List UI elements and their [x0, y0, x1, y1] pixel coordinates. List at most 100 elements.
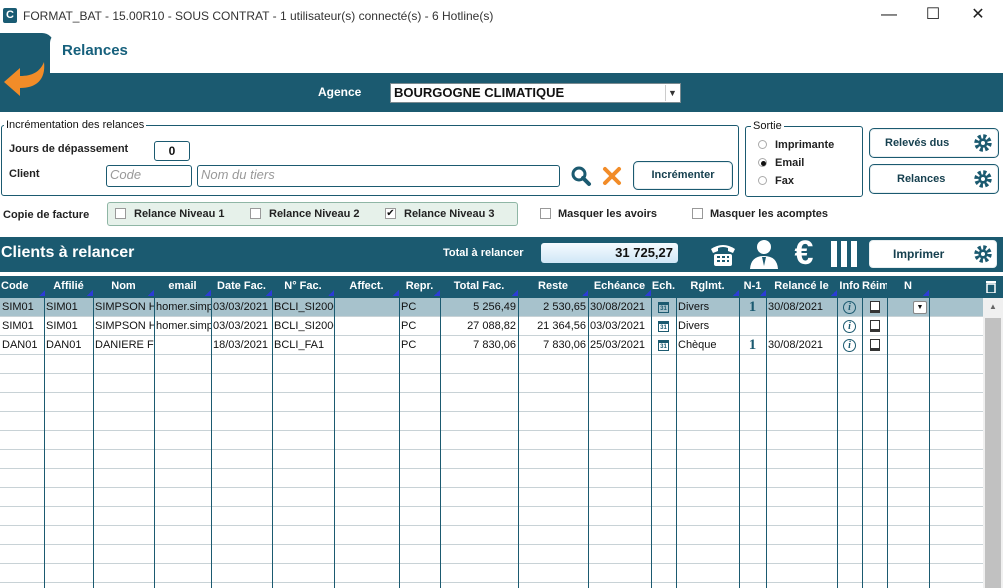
radio-fax[interactable]	[758, 176, 767, 185]
table-row[interactable]: SIM01SIM01SIMPSON HOMERhomer.simpson03/0…	[0, 298, 983, 317]
scroll-up-icon[interactable]: ▲	[987, 302, 999, 312]
masquer-avoirs-checkbox[interactable]	[540, 208, 551, 219]
cell-affect	[334, 336, 399, 355]
barcode-icon[interactable]	[829, 239, 859, 269]
cell-total: 7 830,06	[473, 339, 516, 351]
increment-button[interactable]: Incrémenter	[633, 161, 733, 190]
table-row[interactable]: SIM01SIM01SIMPSON HOMERhomer.simpson03/0…	[0, 317, 983, 336]
masquer-acomptes-label: Masquer les acomptes	[710, 208, 828, 220]
radio-fax-label: Fax	[775, 175, 794, 187]
scroll-thumb[interactable]	[985, 318, 1001, 588]
cell-total: 27 088,82	[467, 320, 516, 332]
col-code[interactable]: Code	[0, 276, 45, 298]
copie-label: Copie de facture	[3, 209, 90, 221]
empty-row	[0, 431, 983, 450]
total-value: 31 725,27	[541, 243, 678, 263]
minimize-button[interactable]: —	[866, 4, 912, 28]
calendar-icon[interactable]: 31	[651, 336, 676, 355]
radio-email[interactable]	[758, 158, 767, 167]
cell-affilie: SIM01	[46, 301, 78, 313]
cell-affilie: SIM01	[46, 320, 78, 332]
gear-icon[interactable]	[972, 132, 994, 157]
relance-niveau-2-checkbox[interactable]	[250, 208, 261, 219]
info-icon[interactable]: i	[837, 317, 862, 336]
masquer-acomptes-checkbox[interactable]	[692, 208, 703, 219]
col-rglmt[interactable]: Rglmt.	[676, 276, 739, 298]
clients-title: Clients à relancer	[1, 244, 135, 261]
col-info[interactable]: Info	[837, 276, 862, 298]
relance-niveau-2-label: Relance Niveau 2	[269, 208, 360, 220]
relance-niveau-3-checkbox[interactable]: ✔	[385, 208, 396, 219]
sortie-legend: Sortie	[751, 120, 784, 132]
empty-row	[0, 488, 983, 507]
window-title: FORMAT_BAT - 15.00R10 - SOUS CONTRAT - 1…	[23, 9, 494, 23]
relance-niveau-3-label: Relance Niveau 3	[404, 208, 495, 220]
reprint-icon[interactable]	[862, 298, 887, 317]
radio-imprimante[interactable]	[758, 140, 767, 149]
col-repr[interactable]: Repr.	[399, 276, 440, 298]
empty-row	[0, 469, 983, 488]
col-reste[interactable]: Reste	[518, 276, 588, 298]
cell-date: 03/03/2021	[213, 320, 269, 332]
col-n[interactable]: N	[887, 276, 929, 298]
chevron-down-icon[interactable]: ▼	[665, 85, 679, 101]
cell-relance: 30/08/2021	[768, 301, 824, 313]
empty-row	[0, 526, 983, 545]
jours-input[interactable]: 0	[154, 141, 190, 161]
relance-niveau-1-checkbox[interactable]	[115, 208, 126, 219]
col-affect[interactable]: Affect.	[334, 276, 399, 298]
empty-row	[0, 545, 983, 564]
back-arrow-icon[interactable]	[0, 58, 50, 104]
col-relance-le[interactable]: Relancé le	[766, 276, 837, 298]
empty-row	[0, 564, 983, 583]
calendar-icon[interactable]: 31	[651, 317, 676, 336]
cell-nom: SIMPSON HOMER	[95, 301, 154, 313]
relance-niveau-1-label: Relance Niveau 1	[134, 208, 225, 220]
phone-icon[interactable]	[707, 239, 739, 269]
cell-affect	[334, 298, 399, 317]
col-email[interactable]: email	[154, 276, 211, 298]
euro-icon[interactable]: €	[790, 236, 818, 270]
empty-row	[0, 393, 983, 412]
info-icon[interactable]: i	[837, 336, 862, 355]
col-echeance[interactable]: Echéance	[588, 276, 651, 298]
cell-echeance: 03/03/2021	[590, 320, 646, 332]
agence-select[interactable]: BOURGOGNE CLIMATIQUE ▼	[390, 83, 681, 103]
col-ech[interactable]: Ech.	[651, 276, 676, 298]
table-row[interactable]: DAN01 DAN01 DANIERE FLORENT 18/03/2021 BCLI_…	[0, 336, 983, 355]
gear-icon[interactable]	[972, 168, 994, 193]
increment-legend: Incrémentation des relances	[4, 119, 147, 131]
empty-row	[0, 374, 983, 393]
clear-x-icon[interactable]	[601, 165, 623, 187]
close-window-button[interactable]: ✕	[955, 4, 1001, 28]
col-num-fac[interactable]: N° Fac.	[272, 276, 334, 298]
empty-row	[0, 412, 983, 431]
reprint-icon[interactable]	[862, 336, 887, 355]
client-code-input[interactable]: Code	[106, 165, 192, 187]
cell-email: homer.simpson	[156, 301, 211, 313]
calendar-icon[interactable]: 31	[651, 298, 676, 317]
contact-icon[interactable]	[747, 238, 781, 270]
radio-email-label: Email	[775, 157, 805, 169]
cell-repr: PC	[401, 301, 417, 313]
grid-body: SIM01SIM01SIMPSON HOMERhomer.simpson03/0…	[0, 298, 983, 588]
cell-email	[154, 336, 211, 355]
reprint-icon[interactable]	[862, 317, 887, 336]
client-label: Client	[9, 168, 40, 180]
trash-icon[interactable]	[985, 280, 997, 294]
info-icon[interactable]: i	[837, 298, 862, 317]
cell-relance	[766, 317, 837, 336]
search-icon[interactable]	[570, 165, 592, 187]
col-n1[interactable]: N-1	[739, 276, 766, 298]
cell-date: 03/03/2021	[213, 301, 269, 313]
chevron-down-icon[interactable]: ▼	[913, 301, 927, 314]
col-nom[interactable]: Nom	[93, 276, 154, 298]
col-reim[interactable]: Réim	[862, 276, 887, 298]
col-affilie[interactable]: Affilié	[44, 276, 93, 298]
col-date-fac[interactable]: Date Fac.	[211, 276, 272, 298]
cell-n1: 1	[748, 299, 757, 315]
tiers-name-input[interactable]: Nom du tiers	[197, 165, 560, 187]
gear-icon[interactable]	[972, 243, 994, 268]
maximize-button[interactable]: ☐	[910, 4, 956, 28]
col-total-fac[interactable]: Total Fac.	[440, 276, 518, 298]
